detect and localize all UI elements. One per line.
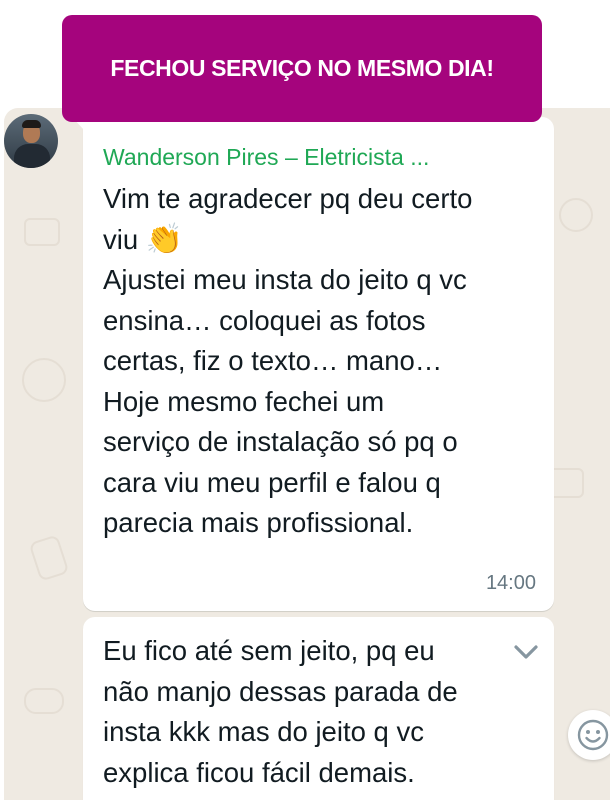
sender-name[interactable]: Wanderson Pires – Eletricista ... — [103, 144, 533, 171]
doodle-pattern — [559, 198, 593, 232]
message-line: cara viu meu perfil e falou q — [103, 466, 441, 498]
promo-banner: FECHOU SERVIÇO NO MESMO DIA! — [62, 15, 542, 122]
message-line: certas, fiz o texto… mano… — [103, 345, 443, 376]
message-timestamp: 14:00 — [485, 572, 536, 594]
message-line: Ajustei meu insta do jeito q vc — [103, 264, 467, 295]
message-line: parecia mais profissional. — [103, 507, 414, 538]
sender-avatar[interactable] — [4, 114, 58, 168]
doodle-pattern — [22, 358, 66, 402]
reaction-button[interactable] — [568, 710, 610, 760]
message-bubble[interactable]: Wanderson Pires – Eletricista ... Vim te… — [72, 117, 554, 611]
message-line: insta kkk mas do jeito q vc — [103, 716, 424, 747]
message-line: Vim te agradecer pq deu certo — [103, 183, 473, 214]
message-line: Hoje mesmo fechei um — [103, 385, 385, 417]
avatar-body — [14, 144, 50, 168]
message-line: viu — [103, 223, 139, 255]
message-line-with-emoji: viu 👏 — [103, 220, 543, 261]
message-menu-button[interactable] — [444, 617, 554, 687]
banner-text: FECHOU SERVIÇO NO MESMO DIA! — [110, 55, 494, 81]
message-line: ensina… coloquei as fotos — [103, 304, 426, 336]
message-bubble[interactable]: Eu fico até sem jeito, pq eu não manjo d… — [83, 617, 554, 800]
emoji-smile-icon — [577, 719, 609, 751]
avatar-hair — [22, 120, 41, 128]
message-text: Vim te agradecer pq deu certo viu 👏 Ajus… — [103, 179, 543, 544]
doodle-pattern — [24, 688, 64, 714]
doodle-pattern — [28, 534, 70, 582]
message-line: serviço de instalação só pq o — [103, 426, 458, 457]
message-line: explica ficou fácil demais. — [103, 756, 415, 788]
clapping-hands-emoji: 👏 — [145, 222, 184, 256]
doodle-pattern — [24, 218, 60, 246]
chevron-down-icon — [514, 645, 538, 659]
